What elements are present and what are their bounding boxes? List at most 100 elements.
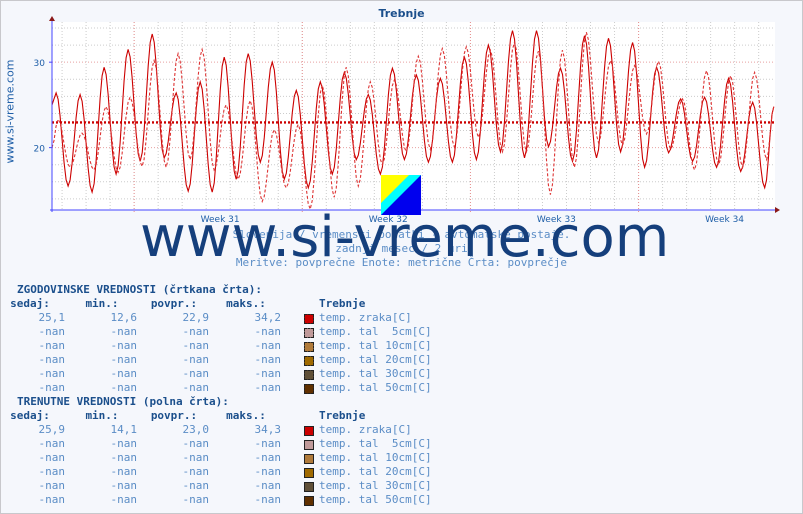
side-site-link[interactable]: www.si-vreme.com xyxy=(4,42,17,182)
value-cell: -nan xyxy=(38,325,66,338)
value-cell: -nan xyxy=(182,339,210,352)
value-cell: -nan xyxy=(110,465,138,478)
legend-swatch xyxy=(304,342,314,352)
table-row: 25,9 14,1 23,0 34,3 temp. zraka[C] xyxy=(17,423,457,437)
column-header: sedaj: xyxy=(10,409,50,422)
value-cell: -nan xyxy=(110,479,138,492)
legend-swatch xyxy=(304,440,314,450)
chart-title: Trebnje xyxy=(378,7,425,20)
value-cell: -nan xyxy=(182,479,210,492)
legend-swatch xyxy=(304,328,314,338)
value-cell: -nan xyxy=(38,451,66,464)
value-cell: -nan xyxy=(254,367,282,380)
value-cell: -nan xyxy=(254,479,282,492)
legend-swatch xyxy=(304,482,314,492)
table-row: -nan -nan -nan -nan temp. tal 30cm[C] xyxy=(17,479,457,493)
value-cell: 34,2 xyxy=(254,311,282,324)
table-row: -nan -nan -nan -nan temp. tal 20cm[C] xyxy=(17,353,457,367)
table-row: -nan -nan -nan -nan temp. tal 10cm[C] xyxy=(17,339,457,353)
current-header-row: sedaj: min.: povpr.: maks.: Trebnje xyxy=(10,409,457,423)
value-cell: -nan xyxy=(110,339,138,352)
column-header: maks.: xyxy=(226,297,266,310)
historic-header-row: sedaj: min.: povpr.: maks.: Trebnje xyxy=(10,297,457,311)
series-label: temp. tal 10cm[C] xyxy=(319,339,432,352)
value-cell: -nan xyxy=(38,479,66,492)
value-cell: 14,1 xyxy=(110,423,138,436)
series-label: temp. tal 50cm[C] xyxy=(319,381,432,394)
table-row: -nan -nan -nan -nan temp. tal 20cm[C] xyxy=(17,465,457,479)
y-tick-label: 30 xyxy=(34,59,46,69)
legend-swatch xyxy=(304,468,314,478)
value-cell: -nan xyxy=(110,353,138,366)
value-cell: -nan xyxy=(110,437,138,450)
series-label: temp. zraka[C] xyxy=(319,423,412,436)
value-cell: -nan xyxy=(38,339,66,352)
value-cell: -nan xyxy=(110,493,138,506)
table-row: 25,1 12,6 22,9 34,2 temp. zraka[C] xyxy=(17,311,457,325)
station-header: Trebnje xyxy=(319,409,366,422)
column-header: povpr.: xyxy=(150,297,198,310)
historic-heading: ZGODOVINSKE VREDNOSTI (črtkana črta): xyxy=(17,283,263,296)
value-cell: -nan xyxy=(254,493,282,506)
value-cell: -nan xyxy=(254,465,282,478)
value-cell: -nan xyxy=(182,465,210,478)
table-row: -nan -nan -nan -nan temp. tal 5cm[C] xyxy=(17,437,457,451)
table-row: -nan -nan -nan -nan temp. tal 30cm[C] xyxy=(17,367,457,381)
value-cell: 23,0 xyxy=(182,423,210,436)
table-row: -nan -nan -nan -nan temp. tal 50cm[C] xyxy=(17,381,457,395)
series-label: temp. tal 5cm[C] xyxy=(319,437,432,450)
value-cell: -nan xyxy=(182,493,210,506)
legend-swatch xyxy=(304,314,314,324)
column-header: maks.: xyxy=(226,409,266,422)
value-cell: -nan xyxy=(182,353,210,366)
station-header: Trebnje xyxy=(319,297,366,310)
value-cell: -nan xyxy=(182,451,210,464)
value-cell: -nan xyxy=(38,367,66,380)
series-label: temp. tal 50cm[C] xyxy=(319,493,432,506)
series-label: temp. tal 30cm[C] xyxy=(319,367,432,380)
value-cell: 12,6 xyxy=(110,311,138,324)
series-label: temp. tal 20cm[C] xyxy=(319,465,432,478)
value-cell: -nan xyxy=(110,451,138,464)
value-cell: -nan xyxy=(182,325,210,338)
value-cell: -nan xyxy=(38,353,66,366)
value-cell: -nan xyxy=(254,451,282,464)
value-cell: -nan xyxy=(254,381,282,394)
value-cell: 25,1 xyxy=(38,311,66,324)
x-tick-label: Week 34 xyxy=(705,215,744,225)
series-label: temp. tal 5cm[C] xyxy=(319,325,432,338)
x-axis-arrow xyxy=(775,207,780,213)
series-label: temp. zraka[C] xyxy=(319,311,412,324)
series-label: temp. tal 10cm[C] xyxy=(319,451,432,464)
value-cell: 34,3 xyxy=(254,423,282,436)
value-cell: -nan xyxy=(110,325,138,338)
column-header: povpr.: xyxy=(150,409,198,422)
column-header: sedaj: xyxy=(10,297,50,310)
value-cell: -nan xyxy=(38,437,66,450)
series-label: temp. tal 20cm[C] xyxy=(319,353,432,366)
table-row: -nan -nan -nan -nan temp. tal 10cm[C] xyxy=(17,451,457,465)
series-label: temp. tal 30cm[C] xyxy=(319,479,432,492)
legend-swatch xyxy=(304,454,314,464)
column-header: min.: xyxy=(85,297,119,310)
column-header: min.: xyxy=(85,409,119,422)
legend-swatch xyxy=(304,384,314,394)
legend-swatch xyxy=(304,426,314,436)
value-cell: -nan xyxy=(110,381,138,394)
legend-swatch xyxy=(304,370,314,380)
value-cell: -nan xyxy=(38,381,66,394)
value-cell: -nan xyxy=(182,437,210,450)
value-cell: -nan xyxy=(182,381,210,394)
value-cell: 22,9 xyxy=(182,311,210,324)
value-cell: -nan xyxy=(254,353,282,366)
legend-swatch xyxy=(304,496,314,506)
value-cell: -nan xyxy=(38,465,66,478)
value-cell: -nan xyxy=(38,493,66,506)
legend-swatch xyxy=(304,356,314,366)
current-heading: TRENUTNE VREDNOSTI (polna črta): xyxy=(17,395,229,408)
values-table: ZGODOVINSKE VREDNOSTI (črtkana črta): sed… xyxy=(10,283,457,507)
table-row: -nan -nan -nan -nan temp. tal 50cm[C] xyxy=(17,493,457,507)
value-cell: -nan xyxy=(110,367,138,380)
value-cell: -nan xyxy=(254,339,282,352)
table-row: -nan -nan -nan -nan temp. tal 5cm[C] xyxy=(17,325,457,339)
